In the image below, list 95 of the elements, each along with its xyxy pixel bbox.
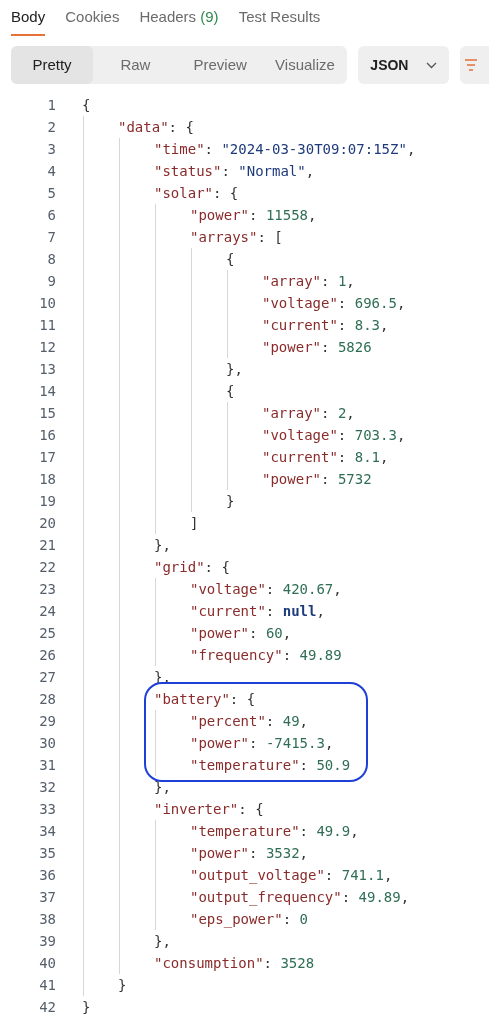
line-number: 36 [39, 866, 56, 885]
filter-icon [463, 58, 478, 72]
code-line: }, [154, 536, 171, 555]
format-dropdown[interactable]: JSON [358, 46, 449, 84]
line-number: 14 [39, 382, 56, 401]
view-mode-tab[interactable]: Raw [93, 46, 178, 84]
line-number: 7 [47, 228, 56, 247]
line-number: 37 [39, 888, 56, 907]
response-tab[interactable]: Headers (9) [139, 6, 219, 36]
line-number: 41 [39, 976, 56, 995]
line-number: 23 [39, 580, 56, 599]
code-line: "solar": { [154, 184, 239, 203]
code-line: "percent": 49, [190, 712, 308, 731]
code-line: "output_frequency": 49.89, [190, 888, 410, 908]
code-line: "status": "Normal", [154, 162, 315, 181]
line-number: 15 [39, 404, 56, 423]
line-number: 29 [39, 712, 56, 731]
line-number: 1 [47, 96, 56, 115]
code-line: "power": 3532, [190, 844, 309, 863]
code-line: "arrays": [ [190, 228, 283, 247]
line-number: 5 [47, 184, 56, 203]
code-line: "voltage": 703.3, [262, 426, 406, 445]
line-number: 10 [39, 294, 56, 313]
code-line: "temperature": 50.9 [190, 756, 351, 775]
line-number: 33 [39, 800, 56, 819]
response-tab[interactable]: Cookies [65, 6, 120, 36]
line-number: 2 [47, 118, 56, 137]
line-number: 24 [39, 602, 56, 621]
code-line: "power": 11558, [190, 206, 317, 225]
code-line: "current": null, [190, 602, 325, 621]
line-number: 20 [39, 514, 56, 533]
filter-button[interactable] [459, 46, 489, 84]
code-line: "array": 2, [262, 404, 355, 423]
line-number: 12 [39, 338, 56, 357]
line-number: 3 [47, 140, 56, 159]
view-mode-tab[interactable]: Visualize [262, 46, 348, 84]
line-number: 6 [47, 206, 56, 225]
code-line: }, [154, 932, 171, 951]
code-line: ] [190, 514, 199, 533]
view-mode-tab[interactable]: Preview [177, 46, 263, 84]
code-line: "voltage": 696.5, [262, 294, 406, 313]
line-number: 26 [39, 646, 56, 665]
code-line: "temperature": 49.9, [190, 822, 359, 841]
code-line: "inverter": { [154, 800, 264, 819]
code-line: "output_voltage": 741.1, [190, 866, 393, 886]
code-line: "current": 8.3, [262, 316, 389, 335]
response-tab[interactable]: Body [11, 6, 46, 36]
code-line: } [118, 976, 127, 995]
line-number: 21 [39, 536, 56, 555]
line-number: 4 [47, 162, 56, 181]
line-number: 9 [47, 272, 56, 291]
line-number: 38 [39, 910, 56, 929]
line-number: 30 [39, 734, 56, 753]
code-line: "grid": { [154, 558, 230, 577]
line-number: 40 [39, 954, 56, 973]
line-number: 32 [39, 778, 56, 797]
line-number: 42 [39, 998, 56, 1017]
line-number: 22 [39, 558, 56, 577]
code-line: "eps_power": 0 [190, 910, 308, 930]
line-number: 35 [39, 844, 56, 863]
view-mode-tab[interactable]: Pretty [11, 46, 93, 84]
code-line: }, [154, 778, 171, 797]
code-line: "data": { [118, 118, 194, 137]
line-number: 17 [39, 448, 56, 467]
code-line: "power": 5826 [262, 338, 372, 357]
code-line: } [226, 492, 235, 511]
line-number: 28 [39, 690, 56, 709]
line-number: 13 [39, 360, 56, 379]
response-tab[interactable]: Test Results [238, 6, 321, 36]
line-number: 31 [39, 756, 56, 775]
line-number: 39 [39, 932, 56, 951]
line-number: 8 [47, 250, 56, 269]
code-line: "power": 5732 [262, 470, 372, 489]
line-number: 27 [39, 668, 56, 687]
caret-icon [425, 61, 437, 69]
line-number: 18 [39, 470, 56, 489]
line-number: 19 [39, 492, 56, 511]
code-line: { [82, 96, 91, 115]
code-line: "battery": { [154, 690, 256, 709]
code-line: "array": 1, [262, 272, 355, 291]
code-line: "current": 8.1, [262, 448, 389, 467]
code-line: "time": "2024-03-30T09:07:15Z", [154, 140, 416, 159]
code-line: { [226, 250, 235, 269]
line-number: 34 [39, 822, 56, 841]
line-number: 25 [39, 624, 56, 643]
code-line: "power": -7415.3, [190, 734, 334, 753]
code-line: }, [226, 360, 243, 379]
code-line: "consumption": 3528 [154, 954, 315, 973]
code-line: "frequency": 49.89 [190, 646, 342, 665]
line-number: 11 [39, 316, 56, 335]
code-line: "voltage": 420.67, [190, 580, 342, 599]
code-line: } [82, 998, 91, 1017]
line-number: 16 [39, 426, 56, 445]
code-line: { [226, 382, 235, 401]
code-line: "power": 60, [190, 624, 292, 643]
